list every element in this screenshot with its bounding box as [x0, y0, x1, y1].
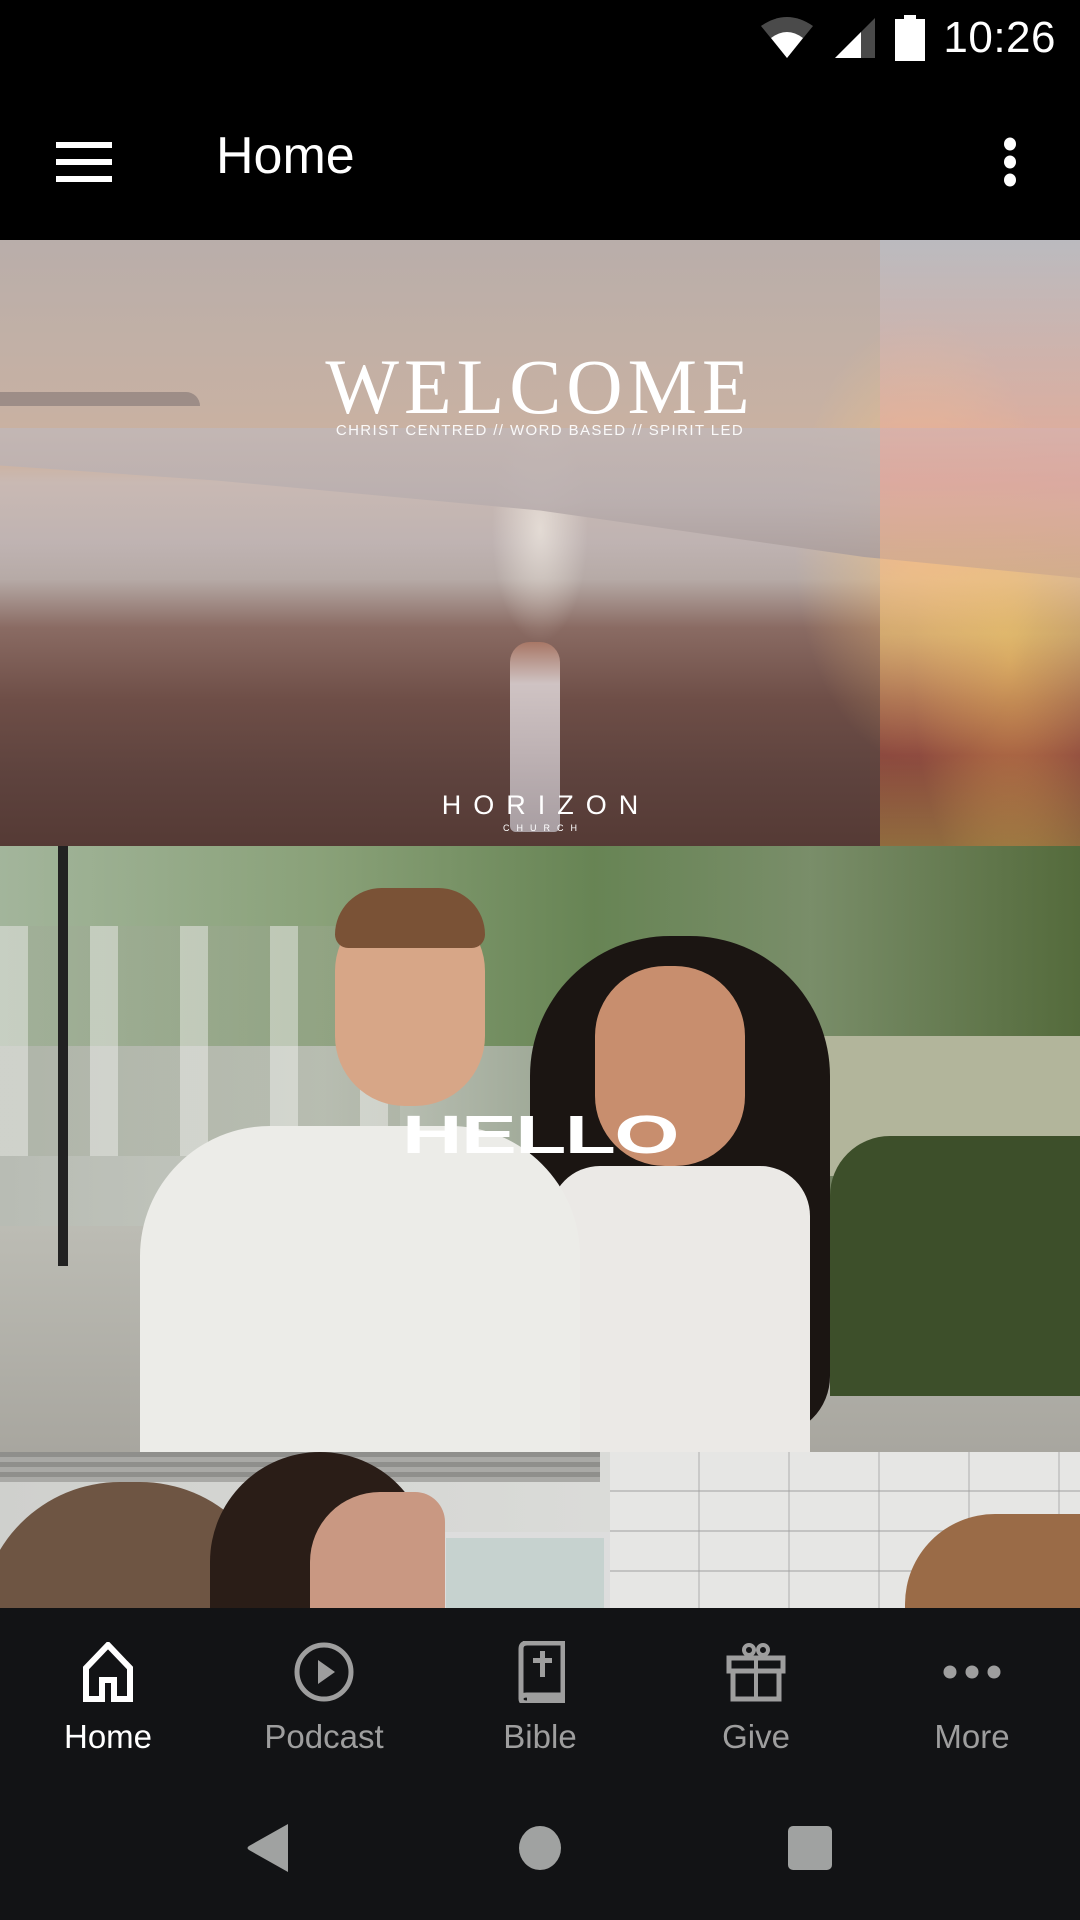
status-bar: 10:26 — [0, 0, 1080, 80]
welcome-tagline: CHRIST CENTRED // WORD BASED // SPIRIT L… — [335, 422, 745, 439]
card-image-detail — [550, 1166, 810, 1452]
nav-label: More — [934, 1718, 1010, 1755]
hello-title: HELLO — [402, 1105, 679, 1165]
hello-card[interactable]: HELLO — [0, 846, 1080, 1452]
home-feed[interactable]: WELCOME CHRIST CENTRED // WORD BASED // … — [0, 240, 1080, 1608]
system-home-button[interactable] — [500, 1820, 580, 1880]
back-triangle-icon — [246, 1822, 290, 1878]
card-image-detail — [335, 888, 485, 948]
welcome-card[interactable]: WELCOME CHRIST CENTRED // WORD BASED // … — [0, 240, 1080, 846]
home-circle-icon — [518, 1825, 562, 1875]
nav-item-bible[interactable]: Bible — [432, 1608, 648, 1776]
card-image-detail — [58, 846, 68, 1266]
welcome-title: WELCOME — [325, 343, 755, 430]
card-image-detail — [830, 1136, 1080, 1396]
menu-button[interactable] — [36, 116, 132, 212]
wifi-icon — [759, 16, 815, 60]
status-time: 10:26 — [943, 13, 1056, 62]
overflow-menu-icon — [1003, 137, 1017, 191]
more-horizontal-icon — [940, 1640, 1004, 1704]
card-image-detail — [140, 1126, 580, 1452]
cellular-signal-icon — [833, 16, 877, 60]
home-icon — [76, 1640, 140, 1704]
card-image-detail — [440, 1532, 610, 1608]
church-logo-sub: CHURCH — [503, 823, 584, 833]
system-navigation-bar — [0, 1776, 1080, 1920]
nav-label: Bible — [503, 1718, 577, 1755]
recents-square-icon — [787, 1825, 833, 1875]
nav-item-podcast[interactable]: Podcast — [216, 1608, 432, 1776]
bottom-navigation: Home Podcast Bible Give More — [0, 1608, 1080, 1776]
app-bar: Home — [0, 80, 1080, 240]
battery-icon — [895, 15, 926, 61]
church-logo-name: HORIZON — [441, 790, 651, 820]
nav-item-give[interactable]: Give — [648, 1608, 864, 1776]
status-icons: 10:26 — [759, 12, 1056, 64]
nav-label: Home — [63, 1718, 153, 1755]
system-back-button[interactable] — [228, 1820, 308, 1880]
page-title: Home — [216, 127, 355, 185]
overflow-menu-button[interactable] — [962, 116, 1058, 212]
play-circle-icon — [292, 1640, 356, 1704]
gift-icon — [724, 1640, 788, 1704]
bible-icon — [508, 1640, 572, 1704]
feed-card[interactable] — [0, 1452, 1080, 1608]
nav-label: Give — [722, 1718, 790, 1755]
nav-item-more[interactable]: More — [864, 1608, 1080, 1776]
hamburger-menu-icon — [56, 142, 112, 186]
card-image-detail — [880, 240, 1080, 846]
nav-label: Podcast — [264, 1718, 384, 1755]
system-recents-button[interactable] — [770, 1820, 850, 1880]
nav-item-home[interactable]: Home — [0, 1608, 216, 1776]
